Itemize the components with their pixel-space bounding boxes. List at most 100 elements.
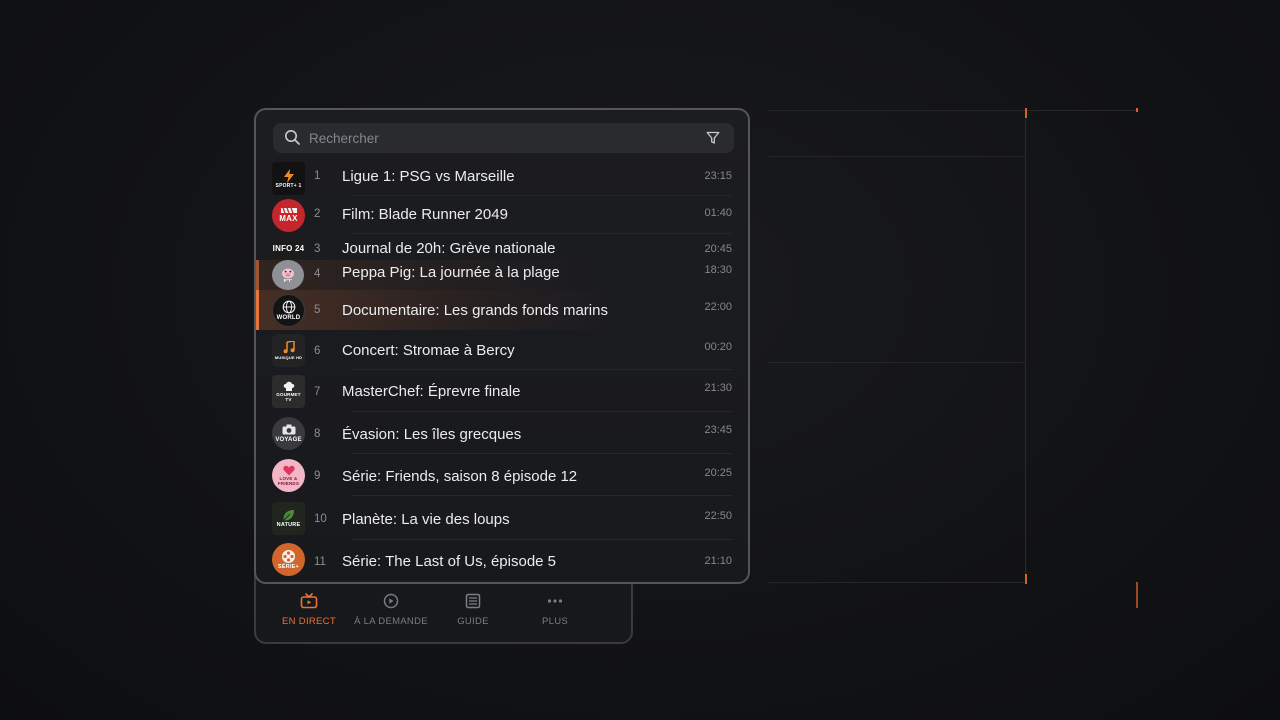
channel-logo-text: SÉRIE+ xyxy=(278,563,299,570)
channel-row[interactable]: P'T' 4 Peppa Pig: La journée à la plage … xyxy=(256,260,748,290)
program-time: 18:30 xyxy=(704,264,732,276)
program-title: Documentaire: Les grands fonds marins xyxy=(342,302,608,319)
nav-label: PLUS xyxy=(541,616,569,627)
channel-list-panel: SPORT+ 1 1 Ligue 1: PSG vs Marseille 23:… xyxy=(254,108,750,584)
background-tick xyxy=(1136,582,1138,608)
channel-number: 11 xyxy=(314,556,326,568)
channel-logo-text: LOVE & FRIENDS xyxy=(277,476,300,486)
channel-logo-text: SPORT+ 1 xyxy=(275,182,302,189)
program-title: Planète: La vie des loups xyxy=(342,511,510,528)
channel-number: 7 xyxy=(314,386,321,398)
nav-item-more[interactable]: PLUS xyxy=(514,592,596,627)
leaf-icon xyxy=(283,509,294,521)
channel-logo: P'T' xyxy=(272,260,304,290)
channel-row[interactable]: SÉRIE+ 11 Série: The Last of Us, épisode… xyxy=(256,542,748,582)
channel-number: 10 xyxy=(314,513,327,525)
program-time: 23:15 xyxy=(704,170,732,182)
background-tick xyxy=(1025,574,1027,584)
program-time: 20:45 xyxy=(704,243,732,255)
search-icon xyxy=(284,129,301,151)
search-input[interactable] xyxy=(309,128,689,148)
program-title: Série: The Last of Us, épisode 5 xyxy=(342,553,557,570)
chef-hat-icon xyxy=(283,381,294,391)
channel-row[interactable]: LOVE & FRIENDS 9 Série: Friends, saison … xyxy=(256,456,748,496)
pig-icon xyxy=(282,268,294,279)
program-title: MasterChef: Éprevre finale xyxy=(342,383,521,400)
channel-row[interactable]: VOYAGE 8 Évasion: Les îles grecques 23:4… xyxy=(256,414,748,454)
channel-logo: GOURMET TV xyxy=(272,375,305,408)
filter-icon[interactable] xyxy=(706,131,720,150)
channel-number: 1 xyxy=(314,170,321,182)
background-tick xyxy=(1136,108,1138,112)
nav-label: EN DIRECT xyxy=(282,616,336,627)
channel-row[interactable]: MAX 2 Film: Blade Runner 2049 01:40 xyxy=(256,198,748,234)
program-title: Évasion: Les îles grecques xyxy=(342,426,522,443)
channel-logo-text: VOYAGE xyxy=(275,437,302,443)
background-line xyxy=(768,362,1026,363)
channel-number: 4 xyxy=(314,268,321,280)
program-title: Journal de 20h: Grève nationale xyxy=(342,240,556,257)
nav-item-live[interactable]: EN DIRECT xyxy=(268,592,350,627)
channel-row[interactable]: MUSIQUE HD 6 Concert: Stromae à Bercy 00… xyxy=(256,332,748,370)
channel-row-active[interactable]: WORLD 5 Documentaire: Les grands fonds m… xyxy=(256,290,748,330)
background-frame xyxy=(768,110,1026,582)
music-note-icon xyxy=(283,341,295,354)
row-divider xyxy=(352,233,732,234)
row-divider xyxy=(352,369,732,370)
row-divider xyxy=(352,539,732,540)
program-title: Ligue 1: PSG vs Marseille xyxy=(342,168,515,185)
channel-logo: WORLD xyxy=(272,294,305,327)
program-time: 00:20 xyxy=(704,341,732,353)
row-divider xyxy=(352,411,732,412)
background-line xyxy=(768,156,1026,157)
channel-logo-text: WORLD xyxy=(276,315,301,321)
search-bar xyxy=(273,123,734,153)
channel-number: 2 xyxy=(314,208,321,220)
program-time: 22:50 xyxy=(704,510,732,522)
background-tick xyxy=(1025,108,1027,118)
background-line xyxy=(768,110,1140,111)
program-title: Concert: Stromae à Bercy xyxy=(342,342,515,359)
channel-number: 6 xyxy=(314,345,321,357)
program-title: Film: Blade Runner 2049 xyxy=(342,206,508,223)
nav-label: À LA DEMANDE xyxy=(354,616,428,627)
globe-icon xyxy=(282,300,295,314)
bolt-icon xyxy=(283,168,294,183)
bottom-nav: EN DIRECT À LA DEMANDE GUIDE PLUS xyxy=(268,592,598,627)
film-reel-icon xyxy=(282,549,295,563)
channel-logo: NATURE xyxy=(272,502,305,535)
heart-icon xyxy=(282,465,295,476)
channel-row[interactable]: INFO 24 3 Journal de 20h: Grève national… xyxy=(256,236,748,260)
program-time: 22:00 xyxy=(704,301,732,313)
channel-row[interactable]: GOURMET TV 7 MasterChef: Éprevre finale … xyxy=(256,372,748,412)
program-time: 21:30 xyxy=(704,382,732,394)
channel-logo: INFO 24 xyxy=(272,238,305,260)
channel-row[interactable]: NATURE 10 Planète: La vie des loups 22:5… xyxy=(256,498,748,540)
play-circle-icon xyxy=(381,592,401,610)
row-divider xyxy=(352,195,732,196)
camera-icon xyxy=(282,424,295,435)
channel-logo: MUSIQUE HD xyxy=(272,334,305,367)
program-time: 01:40 xyxy=(704,207,732,219)
channel-logo-text: MUSIQUE HD xyxy=(274,355,303,360)
channel-number: 9 xyxy=(314,470,321,482)
background-line xyxy=(768,582,1026,583)
channel-number: 8 xyxy=(314,428,321,440)
channel-logo-text: GOURMET TV xyxy=(276,392,301,402)
channel-logo: LOVE & FRIENDS xyxy=(272,459,305,492)
channel-logo-text: P'T' xyxy=(283,277,293,283)
nav-item-guide[interactable]: GUIDE xyxy=(432,592,514,627)
program-time: 20:25 xyxy=(704,467,732,479)
row-accent xyxy=(256,260,259,290)
program-time: 21:10 xyxy=(704,555,732,567)
row-divider xyxy=(352,453,732,454)
nav-label: GUIDE xyxy=(457,616,489,627)
row-accent xyxy=(256,290,259,330)
row-divider xyxy=(352,495,732,496)
channel-logo: VOYAGE xyxy=(272,417,305,450)
guide-icon xyxy=(463,592,483,610)
program-time: 23:45 xyxy=(704,424,732,436)
nav-item-on-demand[interactable]: À LA DEMANDE xyxy=(350,592,432,627)
program-title: Peppa Pig: La journée à la plage xyxy=(342,264,560,281)
channel-row[interactable]: SPORT+ 1 1 Ligue 1: PSG vs Marseille 23:… xyxy=(256,160,748,196)
